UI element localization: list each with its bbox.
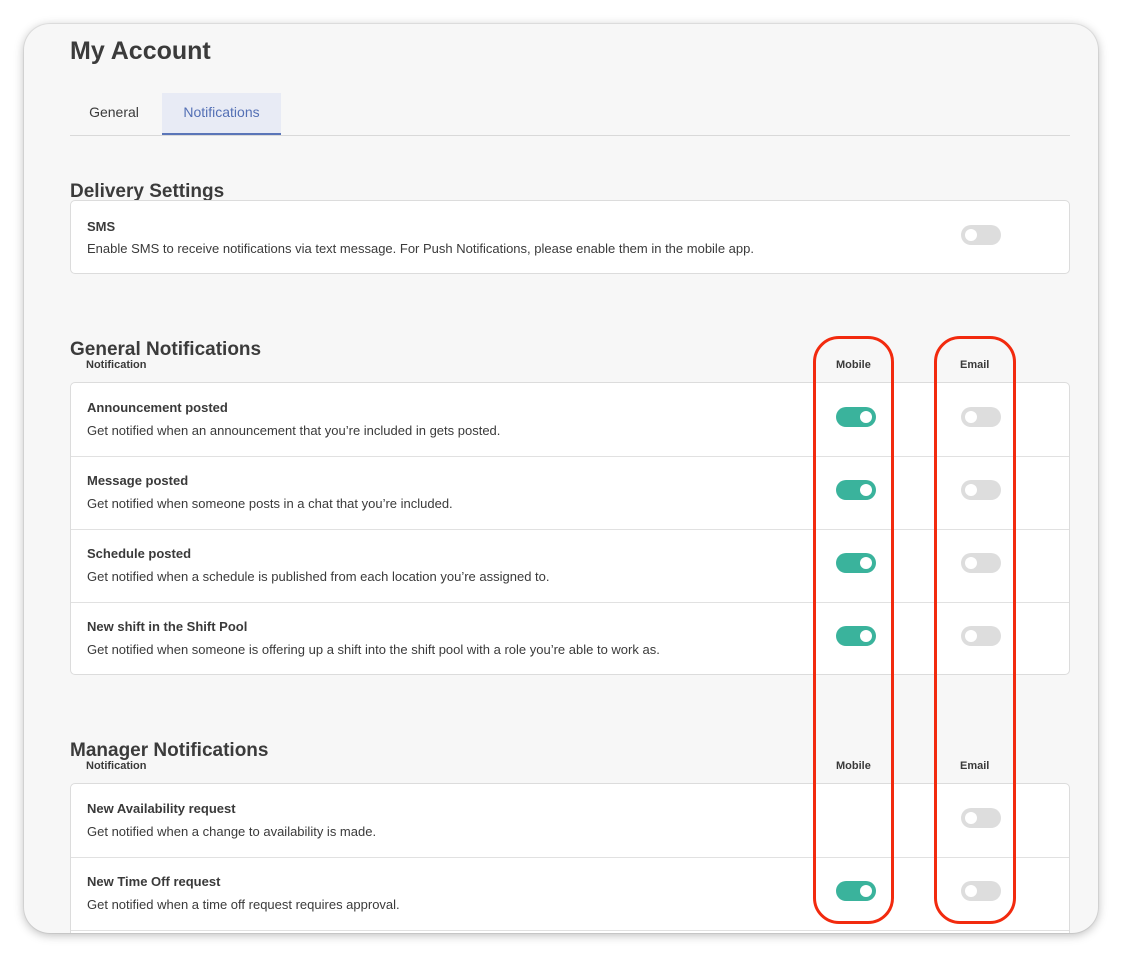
notification-row-announcement-posted: Announcement posted Get notified when an… <box>71 383 1069 457</box>
tab-bar: General Notifications <box>70 93 1070 136</box>
toggle-knob <box>965 630 977 642</box>
toggle-knob <box>860 411 872 423</box>
manager-notifications-card: New Availability request Get notified wh… <box>70 783 1070 933</box>
general-notifications-title: General Notifications <box>70 339 262 360</box>
notification-row-availability-request: New Availability request Get notified wh… <box>71 784 1069 858</box>
manager-col-notification: Notification <box>86 760 147 772</box>
toggle-knob <box>965 411 977 423</box>
toggle-knob <box>965 885 977 897</box>
row-title: Schedule posted <box>87 546 192 561</box>
manager-notifications-title: Manager Notifications <box>70 740 269 761</box>
shift-pool-email-toggle[interactable] <box>961 626 1001 646</box>
manager-col-mobile: Mobile <box>836 760 871 772</box>
shift-pool-mobile-toggle[interactable] <box>836 626 876 646</box>
toggle-knob <box>965 557 977 569</box>
sms-toggle[interactable] <box>961 225 1001 245</box>
announcement-email-toggle[interactable] <box>961 407 1001 427</box>
row-title: Announcement posted <box>87 400 228 415</box>
row-description: Get notified when a schedule is publishe… <box>87 569 550 584</box>
page-title: My Account <box>70 37 211 65</box>
message-mobile-toggle[interactable] <box>836 480 876 500</box>
toggle-knob <box>860 630 872 642</box>
row-description: Get notified when an announcement that y… <box>87 423 501 438</box>
notification-row-schedule-posted: Schedule posted Get notified when a sche… <box>71 529 1069 603</box>
toggle-knob <box>965 229 977 241</box>
schedule-email-toggle[interactable] <box>961 553 1001 573</box>
general-col-notification: Notification <box>86 359 147 371</box>
announcement-mobile-toggle[interactable] <box>836 407 876 427</box>
row-description: Get notified when someone is offering up… <box>87 642 660 657</box>
toggle-knob <box>965 484 977 496</box>
toggle-knob <box>860 885 872 897</box>
general-col-email: Email <box>960 359 990 371</box>
row-description: Get notified when someone posts in a cha… <box>87 496 453 511</box>
sms-card: SMS Enable SMS to receive notifications … <box>70 200 1070 274</box>
message-email-toggle[interactable] <box>961 480 1001 500</box>
row-title: New Time Off request <box>87 874 221 889</box>
tab-general[interactable]: General <box>72 93 156 135</box>
toggle-knob <box>860 484 872 496</box>
manager-col-email: Email <box>960 760 990 772</box>
row-description: Get notified when a change to availabili… <box>87 824 377 839</box>
notification-row-new-shift: New shift in the Shift Pool Get notified… <box>71 602 1069 675</box>
row-title: New shift in the Shift Pool <box>87 619 248 634</box>
availability-email-toggle[interactable] <box>961 808 1001 828</box>
account-window: My Account General Notifications Deliver… <box>24 24 1098 933</box>
sms-title: SMS <box>87 219 116 234</box>
notification-row-time-off-request: New Time Off request Get notified when a… <box>71 857 1069 931</box>
tab-notifications[interactable]: Notifications <box>162 93 281 135</box>
time-off-email-toggle[interactable] <box>961 881 1001 901</box>
toggle-knob <box>860 557 872 569</box>
time-off-mobile-toggle[interactable] <box>836 881 876 901</box>
schedule-mobile-toggle[interactable] <box>836 553 876 573</box>
row-title: Message posted <box>87 473 189 488</box>
general-notifications-card: Announcement posted Get notified when an… <box>70 382 1070 675</box>
notification-row-message-posted: Message posted Get notified when someone… <box>71 456 1069 530</box>
sms-description: Enable SMS to receive notifications via … <box>87 241 754 256</box>
general-col-mobile: Mobile <box>836 359 871 371</box>
toggle-knob <box>965 812 977 824</box>
row-description: Get notified when a time off request req… <box>87 897 400 912</box>
row-title: New Availability request <box>87 801 236 816</box>
